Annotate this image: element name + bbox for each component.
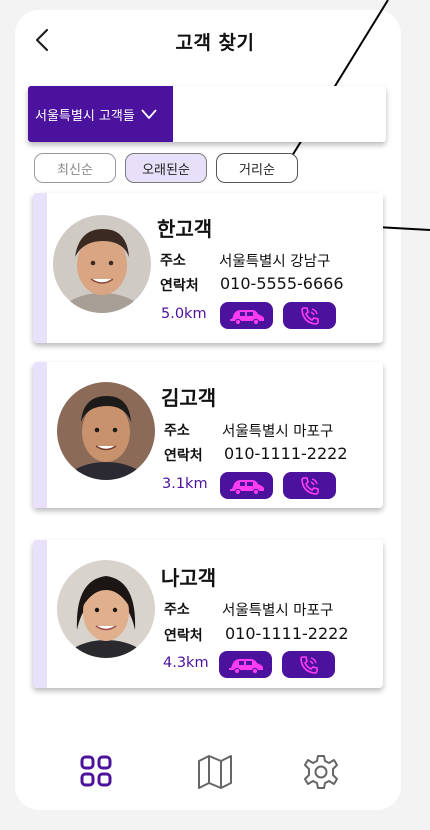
gear-icon[interactable] [303,754,339,790]
distance-value: 5.0km [161,306,207,322]
phone-value: 010-5555-6666 [220,274,344,293]
chevron-down-icon [141,109,157,119]
map-icon[interactable] [196,753,234,791]
address-value: 서울특별시 강남구 [219,254,331,270]
address-label: 주소 [164,423,190,439]
page-title: 고객 찾기 [175,32,255,54]
call-button[interactable] [283,302,336,329]
grid-icon[interactable] [80,755,112,787]
navigate-car-button[interactable] [220,302,273,329]
sort-latest-button[interactable]: 최신순 [34,153,116,183]
phone-value: 010-1111-2222 [224,444,348,463]
phone-icon [300,306,319,325]
phone-icon [299,655,318,674]
contact-label: 연락처 [164,628,203,644]
address-value: 서울특별시 마포구 [222,424,334,440]
customer-name: 나고객 [161,566,217,590]
phone-value: 010-1111-2222 [225,624,349,643]
avatar [57,382,155,480]
region-dropdown[interactable]: 서울특별시 고객들 [28,86,173,142]
customer-card[interactable]: 나고객 주소 서울특별시 마포구 연락처 010-1111-2222 4.3km [33,540,383,688]
contact-label: 연락처 [160,278,199,294]
sort-oldest-button[interactable]: 오래된순 [125,153,207,183]
distance-value: 4.3km [163,655,209,671]
address-label: 주소 [160,253,186,269]
region-dropdown-label: 서울특별시 고객들 [35,108,135,124]
phone-icon [300,476,319,495]
region-filter-bar: 서울특별시 고객들 [28,86,386,142]
card-accent-stripe [33,540,47,688]
address-value: 서울특별시 마포구 [222,603,334,619]
call-button[interactable] [282,651,335,678]
car-icon [229,309,264,325]
customer-card[interactable]: 한고객 주소 서울특별시 강남구 연락처 010-5555-6666 5.0km [33,193,383,343]
contact-label: 연락처 [164,448,203,464]
distance-value: 3.1km [162,476,208,492]
avatar [57,560,155,658]
sort-distance-button[interactable]: 거리순 [216,153,298,183]
customer-name: 한고객 [157,217,213,241]
navigate-car-button[interactable] [220,472,273,499]
card-accent-stripe [33,193,47,343]
car-icon [228,658,263,674]
card-accent-stripe [33,362,47,508]
customer-card[interactable]: 김고객 주소 서울특별시 마포구 연락처 010-1111-2222 3.1km [33,362,383,508]
car-icon [229,479,264,495]
customer-name: 김고객 [161,386,217,410]
avatar [53,215,151,313]
call-button[interactable] [283,472,336,499]
navigate-car-button[interactable] [219,651,272,678]
address-label: 주소 [164,602,190,618]
